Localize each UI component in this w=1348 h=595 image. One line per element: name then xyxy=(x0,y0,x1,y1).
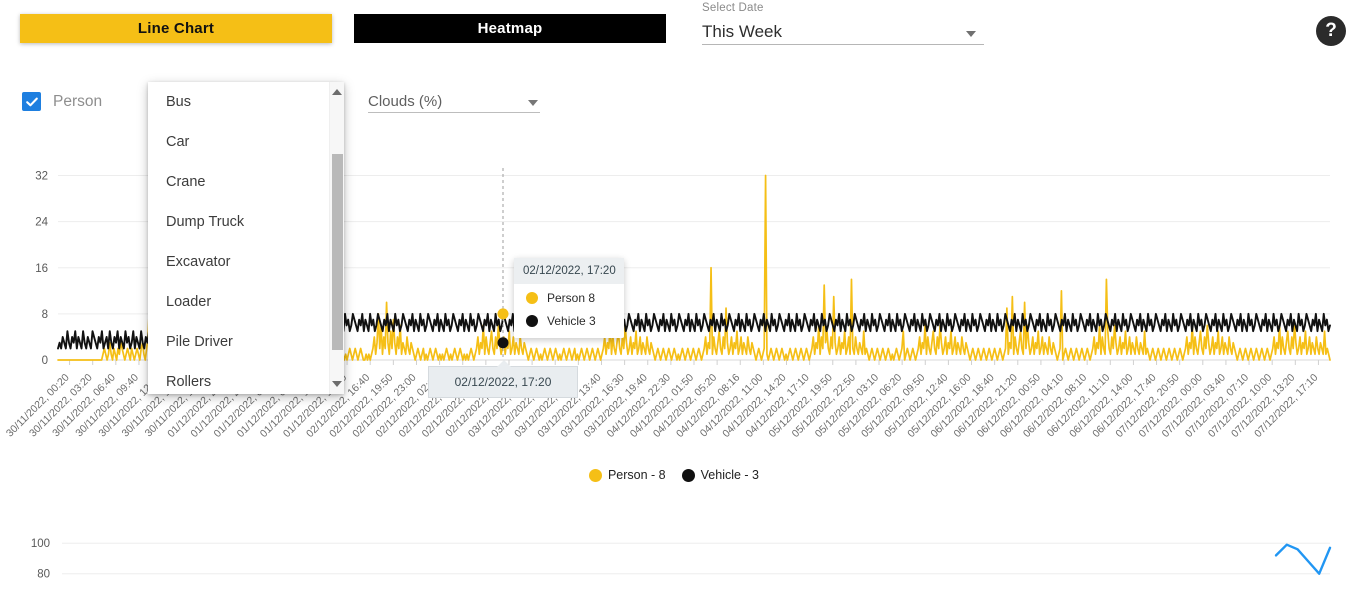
legend-item[interactable]: Person - 8 xyxy=(588,468,666,482)
tab-line-chart[interactable]: Line Chart xyxy=(20,14,332,43)
svg-text:16: 16 xyxy=(35,263,48,275)
person-checkbox-label: Person xyxy=(53,92,103,110)
tooltip-rows: Person 8 Vehicle 3 xyxy=(514,284,624,330)
tooltip-series-text: Person 8 xyxy=(547,291,596,305)
chart-tooltip: 02/12/2022, 17:20 Person 8 Vehicle 3 xyxy=(514,258,624,338)
legend-color-dot xyxy=(588,468,602,482)
legend-item[interactable]: Vehicle - 3 xyxy=(681,468,760,482)
dropdown-item-bus[interactable]: Bus xyxy=(148,82,329,122)
dropdown-item-excavator[interactable]: Excavator xyxy=(148,242,329,282)
scroll-up-arrow-icon[interactable] xyxy=(332,89,342,95)
dropdown-item-rollers[interactable]: Rollers xyxy=(148,362,329,402)
dropdown-item-label: Rollers xyxy=(166,374,212,390)
person-filter[interactable]: Person xyxy=(22,92,102,111)
secondary-chart-canvas: 100 80 xyxy=(31,538,1332,581)
tooltip-row: Vehicle 3 xyxy=(514,307,624,330)
legend-color-dot xyxy=(681,468,695,482)
tooltip-series-dot xyxy=(526,292,538,304)
secondary-y-tick-label: 100 xyxy=(31,538,50,550)
tab-heatmap[interactable]: Heatmap xyxy=(354,14,666,43)
vehicle-type-dropdown-menu[interactable]: Bus Car Crane Dump Truck Excavator Loader Pile… xyxy=(148,82,344,394)
scroll-down-arrow-icon[interactable] xyxy=(332,381,342,387)
svg-text:32: 32 xyxy=(35,171,48,183)
clouds-select-control[interactable]: Clouds (%) xyxy=(368,88,540,113)
dropdown-item-loader[interactable]: Loader xyxy=(148,282,329,322)
svg-text:8: 8 xyxy=(42,309,48,321)
clouds-select[interactable]: Clouds (%) xyxy=(368,88,540,113)
dropdown-item-pile-driver[interactable]: Pile Driver xyxy=(148,322,329,362)
select-date-value: This Week xyxy=(702,22,782,41)
dropdown-item-label: Loader xyxy=(166,294,212,310)
dropdown-scrollbar[interactable] xyxy=(329,82,344,394)
select-date-field[interactable]: Select Date This Week xyxy=(702,2,984,45)
dropdown-item-label: Bus xyxy=(166,94,191,110)
legend-label: Person - 8 xyxy=(607,468,666,482)
dropdown-item-label: Dump Truck xyxy=(166,214,245,230)
svg-text:24: 24 xyxy=(35,217,48,229)
chevron-down-icon xyxy=(966,31,976,37)
dropdown-item-dump-truck[interactable]: Dump Truck xyxy=(148,202,329,242)
tooltip-row: Person 8 xyxy=(514,284,624,307)
select-date-control[interactable]: This Week xyxy=(702,19,984,45)
dropdown-item-crane[interactable]: Crane xyxy=(148,162,329,202)
tooltip-series-text: Vehicle 3 xyxy=(547,314,596,328)
dropdown-item-label: Car xyxy=(166,134,190,150)
clouds-select-value: Clouds (%) xyxy=(368,93,443,110)
tooltip-series-dot xyxy=(526,315,538,327)
scrollbar-thumb[interactable] xyxy=(332,154,343,350)
select-date-label: Select Date xyxy=(702,2,764,14)
dropdown-item-car[interactable]: Car xyxy=(148,122,329,162)
chart-legend: Person - 8 Vehicle - 3 xyxy=(0,468,1348,482)
dropdown-item-label: Pile Driver xyxy=(166,334,233,350)
dropdown-item-label: Excavator xyxy=(166,254,231,270)
help-icon[interactable]: ? xyxy=(1316,16,1346,46)
chevron-down-icon xyxy=(528,100,538,106)
tooltip-timestamp: 02/12/2022, 17:20 xyxy=(514,258,624,284)
vehicle-type-list[interactable]: Bus Car Crane Dump Truck Excavator Loader Pile… xyxy=(148,82,329,394)
person-checkbox[interactable] xyxy=(22,92,41,111)
app-root: Line Chart Heatmap Select Date This Week… xyxy=(0,0,1348,595)
secondary-y-tick-label: 80 xyxy=(37,569,50,581)
dropdown-item-label: Crane xyxy=(166,174,206,190)
svg-text:0: 0 xyxy=(42,355,48,367)
check-icon xyxy=(25,97,38,106)
secondary-chart[interactable]: 100 80 xyxy=(0,515,1348,595)
legend-label: Vehicle - 3 xyxy=(700,468,760,482)
x-axis-tooltip: 02/12/2022, 17:20 xyxy=(428,360,578,398)
